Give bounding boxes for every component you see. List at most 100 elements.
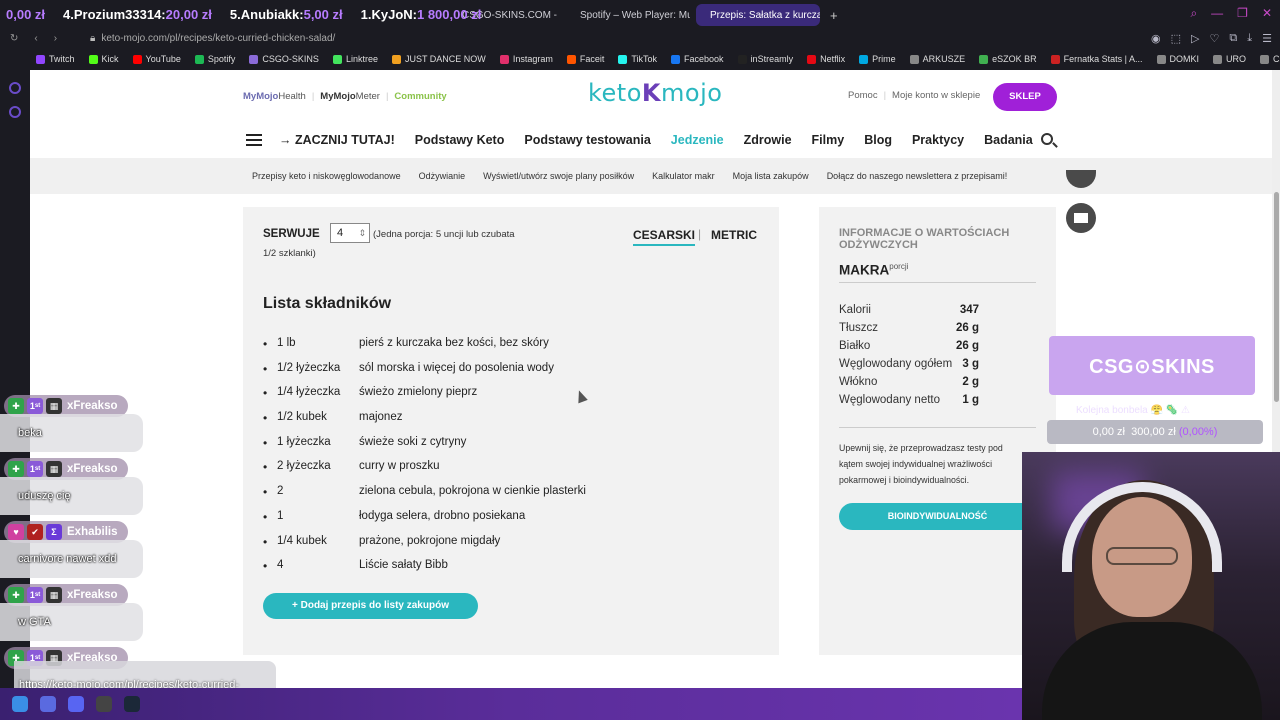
subnav-item[interactable]: Moja lista zakupów [733, 171, 809, 181]
reload-icon[interactable]: ↻ [10, 33, 18, 44]
bookmark-item[interactable]: Linktree [332, 54, 378, 64]
macro-row: Białko 26 g [839, 340, 979, 358]
bookmark-item[interactable]: DOMKI [1156, 54, 1199, 64]
chat-text: beka [18, 427, 42, 439]
maximize-icon[interactable]: ❐ [1237, 6, 1248, 21]
history-icon[interactable] [9, 82, 21, 94]
forward-icon[interactable]: › [54, 33, 57, 44]
webcam-feed [1022, 452, 1280, 720]
url-field[interactable]: keto-mojo.com/pl/recipes/keto-curried-ch… [95, 33, 335, 44]
account-link[interactable]: Moje konto w sklepie [892, 90, 980, 101]
bookmark-item[interactable]: YouTube [132, 54, 181, 64]
keto-mojo-logo[interactable]: ketoKmojo [588, 79, 722, 107]
divider [839, 282, 1036, 283]
nav-item[interactable]: Podstawy Keto [415, 133, 505, 147]
back-icon[interactable]: ‹ [34, 33, 37, 44]
bookmark-item[interactable]: COSPLAYE [1260, 54, 1280, 64]
nav-item[interactable]: Podstawy testowania [524, 133, 650, 147]
play-icon[interactable]: ▷ [1191, 32, 1199, 45]
steam-icon[interactable] [124, 696, 140, 712]
chat-username: xFreakso [67, 589, 118, 601]
bookmark-item[interactable]: Twitch [36, 54, 75, 64]
chat-badge-icon: ▦ [46, 461, 62, 477]
tab-recipe[interactable]: Przepis: Sałatka z kurczak [696, 4, 820, 26]
macro-label: Białko [839, 340, 871, 352]
tab-label: Spotify – Web Player: Mus [580, 9, 690, 21]
extension-icon[interactable]: ⧉ [1229, 32, 1237, 45]
windows-icon[interactable] [12, 696, 28, 712]
bookmark-icon [36, 54, 45, 64]
bookmark-item[interactable]: eSZOK BR [979, 54, 1037, 64]
subnav-item[interactable]: Kalkulator makr [652, 171, 715, 181]
bookmark-icon [979, 54, 989, 64]
shop-button[interactable]: SKLEP [993, 83, 1057, 111]
serving-note: (Jedna porcja: 5 uncji lub czubata [373, 229, 515, 240]
camera-icon[interactable]: ◉ [1151, 32, 1161, 45]
bioindividuality-button[interactable]: BIOINDYWIDUALNOŚĆ [839, 503, 1036, 530]
bookmark-item[interactable]: JUST DANCE NOW [391, 54, 486, 64]
search-icon[interactable] [1041, 133, 1053, 145]
ticker-item: 1.KyJoN:1 800,00 zł [360, 6, 482, 22]
nav-item[interactable]: Blog [864, 133, 892, 147]
subnav-item[interactable]: Przepisy keto i niskowęglowodanowe [252, 171, 401, 181]
help-link[interactable]: Pomoc [848, 90, 878, 101]
nav-item[interactable]: Filmy [812, 133, 845, 147]
nav-item[interactable]: Praktycy [912, 133, 964, 147]
unit-toggle-imperial[interactable]: CESARSKI [633, 228, 696, 246]
bookmark-item[interactable]: Spotify [194, 54, 235, 64]
bookmark-icon [391, 54, 401, 64]
nav-item[interactable]: → ZACZNIJ TUTAJ! [279, 133, 395, 147]
nav-item[interactable]: Jedzenie [671, 133, 724, 147]
obs-icon[interactable] [96, 696, 112, 712]
screenshot-icon[interactable]: ⬚ [1171, 32, 1181, 45]
mymojo-health-link[interactable]: MyMojoHealth [243, 91, 306, 102]
scrollbar-thumb[interactable] [1274, 192, 1279, 402]
community-link[interactable]: Community [394, 91, 446, 102]
bookmark-item[interactable]: inStreamly [737, 54, 793, 64]
macro-label: Włókno [839, 376, 878, 388]
bookmark-item[interactable]: Prime [859, 54, 896, 64]
minimize-icon[interactable]: — [1211, 6, 1223, 21]
subnav-item[interactable]: Odżywianie [419, 171, 466, 181]
ingredient-name: majonez [359, 411, 403, 424]
heart-icon[interactable]: ♡ [1210, 32, 1220, 45]
close-icon[interactable]: ✕ [1262, 6, 1272, 21]
window-controls: ⌕ — ❐ ✕ [1190, 6, 1272, 21]
download-icon[interactable]: ⤓ [1247, 32, 1252, 45]
tab-spotify[interactable]: Spotify – Web Player: Mus [566, 4, 690, 26]
search-icon[interactable] [40, 696, 56, 712]
unit-toggle-metric[interactable]: METRIC [711, 228, 757, 242]
bookmark-item[interactable]: CSGO-SKINS [249, 54, 319, 64]
bookmark-item[interactable]: ARKUSZE [909, 54, 965, 64]
email-share-button[interactable] [1066, 203, 1096, 233]
add-to-shopping-list-button[interactable]: + Dodaj przepis do listy zakupów [263, 593, 478, 619]
divider [839, 427, 1036, 428]
new-tab-button[interactable]: + [822, 4, 840, 26]
menu-icon[interactable]: ☰ [1262, 32, 1272, 45]
bookmark-label: Prime [872, 54, 896, 64]
ingredient-qty: 1/2 kubek [277, 411, 327, 424]
bookmark-item[interactable]: Facebook [671, 54, 724, 64]
nav-item[interactable]: Zdrowie [744, 133, 792, 147]
subnav-item[interactable]: Dołącz do naszego newslettera z przepisa… [827, 171, 1008, 181]
bookmark-icon [737, 54, 747, 64]
bookmark-label: JUST DANCE NOW [404, 54, 486, 64]
bookmark-item[interactable]: Kick [88, 54, 119, 64]
hamburger-menu-icon[interactable] [246, 134, 262, 146]
nav-item[interactable]: Badania [984, 133, 1033, 147]
ticker-item: 4.Prozium33314:20,00 zł [63, 6, 212, 22]
discord-icon[interactable] [68, 696, 84, 712]
bookmark-item[interactable]: Fernatka Stats | A... [1050, 54, 1143, 64]
bookmark-item[interactable]: Netflix [807, 54, 845, 64]
bookmark-item[interactable]: Faceit [566, 54, 604, 64]
ingredient-qty: 1 [277, 509, 284, 522]
subnav-item[interactable]: Wyświetl/utwórz swoje plany posiłków [483, 171, 634, 181]
mymojo-meter-link[interactable]: MyMojoMeter [320, 91, 380, 102]
bookmark-item[interactable]: Instagram [499, 54, 553, 64]
bookmark-item[interactable]: URO [1213, 54, 1246, 64]
settings-icon[interactable] [9, 106, 21, 118]
search-icon[interactable]: ⌕ [1190, 6, 1197, 21]
bookmark-icon [1050, 54, 1060, 64]
servings-stepper[interactable]: 4 [330, 223, 370, 243]
bookmark-item[interactable]: TikTok [618, 54, 657, 64]
